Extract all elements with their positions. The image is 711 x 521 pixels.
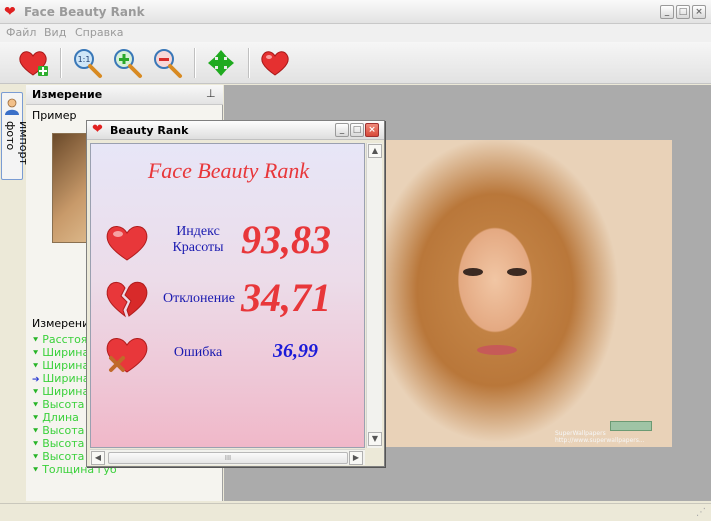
zoom-in-button[interactable] [110, 46, 144, 80]
heart-icon [106, 226, 148, 261]
user-icon [5, 98, 19, 115]
menu-view[interactable]: Вид [44, 26, 66, 39]
deviation-label: Отклонение [163, 291, 235, 306]
heart-app-icon: ❤ [92, 122, 103, 137]
toolbar-separator [248, 48, 250, 78]
photo-mouth [477, 345, 517, 355]
zoom-out-icon [154, 49, 182, 78]
chevron-down-icon: ⯆ [32, 349, 40, 359]
add-heart-icon [19, 51, 48, 76]
photo-watermark: SuperWallpapers http://www.superwallpape… [555, 430, 645, 444]
chevron-down-icon: ⯆ [32, 427, 40, 437]
broken-heart-icon [106, 281, 148, 318]
heart-icon [261, 51, 289, 76]
measurement-item-label: Ширина [42, 346, 90, 359]
menu-file[interactable]: Файл [6, 26, 36, 39]
beauty-rank-button[interactable] [258, 46, 292, 80]
chevron-down-icon: ⯆ [32, 414, 40, 424]
beauty-rank-window: ❤ Beauty Rank _ □ × Face Beauty Rank Инд… [86, 120, 385, 467]
example-label: Пример [32, 109, 77, 122]
error-label: Ошибка [173, 345, 223, 360]
svg-text:1:1: 1:1 [78, 55, 91, 64]
measurement-item-label: Ширина [42, 372, 90, 385]
chevron-down-icon: ⯆ [32, 336, 40, 346]
scroll-left-arrow-icon[interactable]: ◀ [91, 451, 105, 465]
measurement-item-label: Расстоя [42, 333, 88, 346]
vertical-scrollbar[interactable]: ▲ ▼ [366, 143, 382, 448]
menu-bar: Файл Вид Справка [0, 24, 711, 42]
panel-title: Измерение [32, 88, 103, 101]
arrow-right-icon: ➔ [32, 375, 40, 385]
toolbar-separator [194, 48, 196, 78]
panel-header: Измерение ⊥ [26, 85, 223, 105]
chevron-down-icon: ⯆ [32, 362, 40, 372]
measurement-item-label: Длина [42, 411, 79, 424]
beauty-rank-title-bar[interactable]: ❤ Beauty Rank _ □ × [87, 121, 384, 140]
scroll-up-arrow-icon[interactable]: ▲ [368, 144, 382, 158]
move-button[interactable] [204, 46, 238, 80]
heart-error-icon [106, 338, 148, 373]
move-arrows-icon [208, 50, 234, 76]
measurement-item-label: Высота [42, 437, 85, 450]
minimize-button[interactable]: _ [660, 5, 674, 19]
menu-help[interactable]: Справка [75, 26, 123, 39]
beauty-rank-minimize-button[interactable]: _ [335, 123, 349, 137]
photo-left-eye [463, 268, 483, 276]
beauty-rank-close-button[interactable]: × [365, 123, 379, 137]
toolbar: 1:1 [0, 42, 711, 84]
chevron-down-icon: ⯆ [32, 388, 40, 398]
chevron-down-icon: ⯆ [32, 401, 40, 411]
add-photo-button[interactable] [16, 46, 50, 80]
beauty-rank-title: Beauty Rank [110, 124, 189, 137]
beauty-index-label: Индекс Красоты [172, 224, 224, 255]
actual-size-button[interactable]: 1:1 [70, 46, 104, 80]
zoom-in-icon [114, 49, 142, 78]
measurement-item-label: Ширина [42, 385, 90, 398]
import-photo-tab[interactable]: Импорт фото [1, 92, 30, 180]
deviation-value: 34,71 [241, 275, 331, 320]
beauty-rank-maximize-button[interactable]: □ [350, 123, 364, 137]
horizontal-scrollbar[interactable]: ◀ III ▶ [90, 449, 365, 465]
window-title: Face Beauty Rank [24, 5, 145, 19]
zoom-out-button[interactable] [150, 46, 184, 80]
zoom-1-1-icon: 1:1 [74, 49, 102, 78]
toolbar-separator [60, 48, 62, 78]
measurement-item-label: Высота [42, 398, 85, 411]
heart-app-icon: ❤ [4, 4, 16, 20]
main-photo[interactable]: SuperWallpapers http://www.superwallpape… [385, 140, 672, 447]
close-button[interactable]: × [692, 5, 706, 19]
chevron-down-icon: ⯆ [32, 466, 40, 476]
maximize-button[interactable]: □ [676, 5, 690, 19]
status-bar: ⋰ [0, 503, 711, 521]
measurement-item-label: Высота [42, 424, 85, 437]
chevron-down-icon: ⯆ [32, 440, 40, 450]
scroll-right-arrow-icon[interactable]: ▶ [349, 451, 363, 465]
measurement-item-label: Высота [42, 450, 85, 463]
beauty-rank-content: Face Beauty Rank Индекс Красоты 93,83 От… [90, 143, 365, 448]
scroll-thumb[interactable]: III [108, 452, 348, 464]
beauty-rank-heading: Face Beauty Rank [147, 158, 310, 183]
measurement-label: Измерени [32, 317, 90, 330]
beauty-index-value: 93,83 [241, 217, 331, 262]
measurement-item-label: Ширина [42, 359, 90, 372]
resize-grip-icon[interactable]: ⋰ [696, 507, 706, 518]
title-bar: ❤ Face Beauty Rank _ □ × [0, 0, 711, 24]
scroll-down-arrow-icon[interactable]: ▼ [368, 432, 382, 446]
error-value: 36,99 [273, 340, 318, 362]
photo-right-eye [507, 268, 527, 276]
chevron-down-icon: ⯆ [32, 453, 40, 463]
pin-icon[interactable]: ⊥ [206, 87, 216, 100]
